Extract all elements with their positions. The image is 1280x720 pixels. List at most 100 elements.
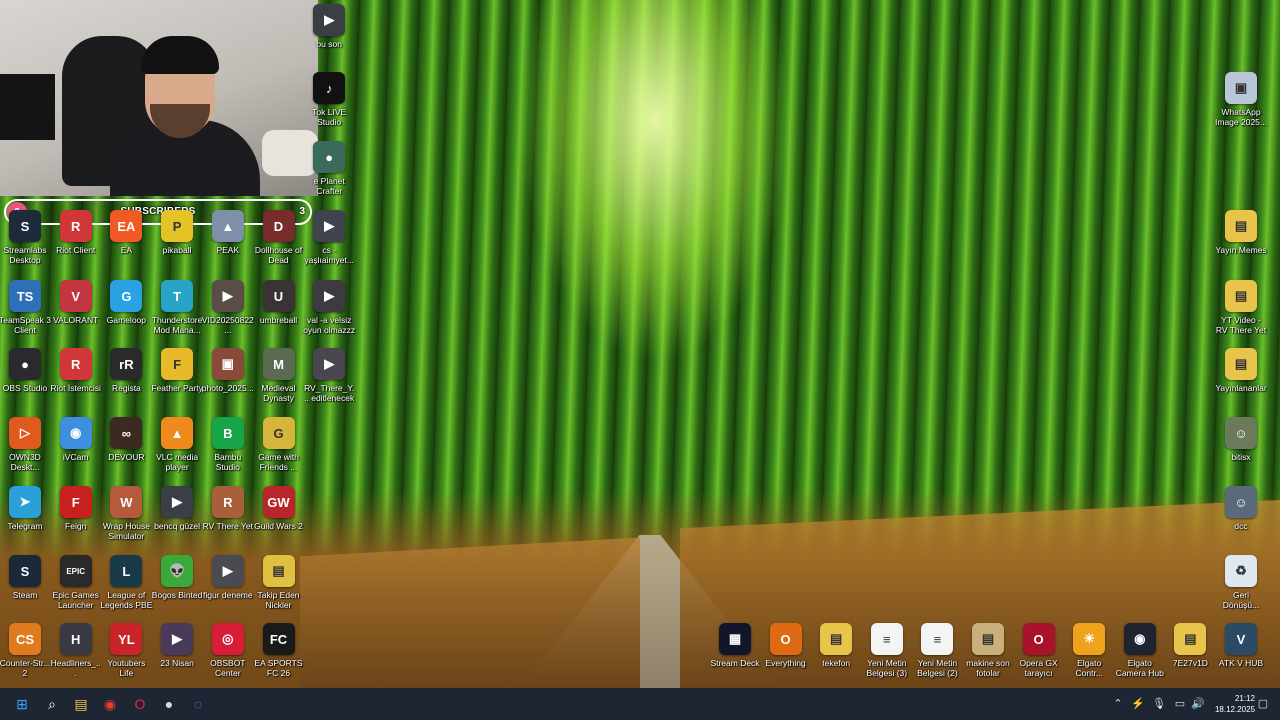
desktop-icon-bambu-studio[interactable]: B Bambu Studio (202, 417, 254, 472)
desktop-icon-valorant[interactable]: V VALORANT (50, 280, 102, 325)
app-icon: ♪ (313, 72, 346, 104)
desktop-icon-telegram[interactable]: ➤ Telegram (0, 486, 51, 531)
desktop-icon-bogos-binted[interactable]: 👽 Bogos Binted (151, 555, 203, 600)
windows-start-icon[interactable]: ⊞ (10, 692, 34, 716)
desktop-icon-takip-eden-nickler[interactable]: ▤ Takip Eden Nickler (253, 555, 305, 610)
desktop-icon-gameloop[interactable]: G Gameloop (100, 280, 152, 325)
desktop-icon-23-nisan[interactable]: ▶ 23 Nisan (151, 623, 203, 668)
desktop-icon-label: val -a velsiz oyun olmazzz (303, 315, 356, 335)
desktop-icon-geri-d-n[interactable]: ♻ Geri Dönüşü... (1215, 555, 1267, 610)
desktop-icon-ea[interactable]: EA EA (100, 210, 152, 255)
app-icon[interactable]: ◌ (186, 692, 210, 716)
desktop-icon-opera-gx-taray-c[interactable]: O Opera GX tarayıcı (1013, 623, 1065, 678)
desktop-icon-yay-n-memes[interactable]: ▤ Yayın Memes (1215, 210, 1267, 255)
desktop-icon-feather-party[interactable]: F Feather Party (151, 348, 203, 393)
chrome-icon[interactable]: ◉ (98, 692, 122, 716)
desktop-icon-peak[interactable]: ▲ PEAK (202, 210, 254, 255)
desktop-icon-yeni-metin-belgesi-2[interactable]: ≡ Yeni Metin Belgesi (2) (911, 623, 963, 678)
desktop-icon-bitisx[interactable]: ☺ bitisx (1215, 417, 1267, 462)
desktop-icon-label: VLC media player (156, 452, 199, 472)
desktop-icon-elgato-camera-hub[interactable]: ◉ Elgato Camera Hub (1114, 623, 1166, 678)
desktop-icon-umbreball[interactable]: Uumbreball (253, 280, 305, 325)
desktop-icon-riot-client[interactable]: R Riot Client (50, 210, 102, 255)
desktop-icon-feign[interactable]: F Feign (50, 486, 102, 531)
app-icon: T (161, 280, 194, 312)
clock-time: 21:12 (1234, 694, 1255, 703)
chevron-up-icon[interactable]: ⌃ (1111, 696, 1125, 710)
desktop-icon-label: Yeni Metin Belgesi (2) (917, 658, 958, 678)
desktop-icon-steam[interactable]: S Steam (0, 555, 51, 600)
desktop-icon-yt-video-rv-there-yet[interactable]: ▤ YT Video - RV There Yet (1215, 280, 1267, 335)
app-icon: YL (110, 623, 143, 655)
desktop-icon-counter-str-2[interactable]: CS Counter-Str... 2 (0, 623, 51, 678)
app-icon: R (59, 348, 92, 380)
desktop-icon-dollhouse-of-dead[interactable]: D Dollhouse of Dead (253, 210, 305, 265)
app-icon: FC (262, 623, 295, 655)
obs-icon[interactable]: ● (157, 692, 181, 716)
desktop-icon-streamlabs-desktop[interactable]: S Streamlabs Desktop (0, 210, 51, 265)
desktop-icon-obs-studio[interactable]: ● OBS Studio (0, 348, 51, 393)
app-icon: ◉ (1123, 623, 1156, 655)
file-explorer-icon[interactable]: ▤ (69, 692, 93, 716)
desktop-icon-medieval-dynasty[interactable]: M Medieval Dynasty (253, 348, 305, 403)
desktop-icon-label: VID20250822... (201, 315, 254, 335)
desktop-icon-e-planet-crafter[interactable]: ● e Planet Crafter (303, 141, 355, 196)
desktop-icon-obsbot-center[interactable]: ◎ OBSBOT Center (202, 623, 254, 678)
desktop-icon-vid20250822[interactable]: ▶ VID20250822... (202, 280, 254, 335)
desktop-icon-label: Epic Games Launcher (52, 590, 99, 610)
desktop-icon-atk-v-hub[interactable]: V ATK V HUB (1215, 623, 1267, 668)
desktop-icon-ivcam[interactable]: ◉ iVCam (50, 417, 102, 462)
desktop-icon-tok-live-studio[interactable]: ♪ Tok LIVE Studio (303, 72, 355, 127)
desktop-icon-ou-son[interactable]: ▶ ou son (303, 4, 355, 49)
app-icon: ▶ (313, 210, 346, 242)
desktop-icon-tekefon[interactable]: ▤ tekefon (810, 623, 862, 668)
desktop-icon-yay-nlananlar[interactable]: ▤ Yayınlananlar (1215, 348, 1267, 393)
desktop-icon-label: umbreball (259, 315, 298, 325)
app-icon: ▤ (1225, 210, 1257, 242)
desktop-icon-ea-sports-fc-26[interactable]: FC EA SPORTS FC 26 (253, 623, 305, 678)
app-icon: ♻ (1225, 555, 1257, 587)
desktop-icon-epic-games-launcher[interactable]: EPIC Epic Games Launcher (50, 555, 102, 610)
microphone-icon[interactable]: 🎙 (1152, 696, 1166, 710)
notification-icon[interactable]: ▢ (1256, 696, 1270, 710)
desktop-icon-val-a-velsiz-oyun-olmazzz[interactable]: ▶ val -a velsiz oyun olmazzz (303, 280, 355, 335)
desktop-icon-cs-ya-l-aimyet[interactable]: ▶ cs - yaşlıaimyet... (303, 210, 355, 265)
desktop-icon-whatsapp-image-2025[interactable]: ▣ WhatsApp Image 2025... (1215, 72, 1267, 127)
desktop-icon-rv-there-y-editlenecek[interactable]: ▶ RV_There_Y... editlenecek (303, 348, 355, 403)
desktop-icon-dcc[interactable]: ☺ dcc (1215, 486, 1267, 531)
network-off-icon[interactable]: ⚡ (1131, 696, 1145, 710)
desktop-icon-pikaball[interactable]: Ppikaball (151, 210, 203, 255)
volume-icon[interactable]: 🔊 (1191, 696, 1205, 710)
desktop-icon-devour[interactable]: ∞ DEVOUR (100, 417, 152, 462)
desktop-icon-riot-i-stemcisi[interactable]: R Riot İstemcisi (50, 348, 102, 393)
opera-icon[interactable]: O (128, 692, 152, 716)
desktop-icon-thunderstore-mod-mana[interactable]: T Thunderstore Mod Mana... (151, 280, 203, 335)
desktop-icon-league-of-legends-pbe[interactable]: L League of Legends PBE (100, 555, 152, 610)
taskbar-clock[interactable]: 21:12 18.12.2025 (1215, 693, 1255, 715)
desktop-icon-youtubers-life[interactable]: YL Youtubers Life (100, 623, 152, 678)
desktop-icon-wrap-house-simulator[interactable]: W Wrap House Simulator (100, 486, 152, 541)
desktop-icon-headliners[interactable]: H Headliners_... (50, 623, 102, 678)
search-icon[interactable]: ⌕ (40, 692, 64, 716)
desktop-icon-teamspeak-3-client[interactable]: TS TeamSpeak 3 Client (0, 280, 51, 335)
desktop-icon-label: WhatsApp Image 2025... (1215, 107, 1267, 127)
desktop-icon-makine-son-fotolar[interactable]: ▤ makine son fotolar (962, 623, 1014, 678)
desktop-icon-figur-deneme[interactable]: ▶ figur deneme (202, 555, 254, 600)
app-icon: ➤ (9, 486, 41, 518)
desktop-icon-vlc-media-player[interactable]: ▲ VLC media player (151, 417, 203, 472)
desktop-icon-own3d-deskt[interactable]: ▷ OWN3D Deskt... (0, 417, 51, 472)
desktop-icon-label: Feign (65, 521, 87, 531)
desktop-icon-rv-there-yet[interactable]: R RV There Yet (202, 486, 254, 531)
desktop-icon-game-with-friends[interactable]: G Game with Friends ... (253, 417, 305, 472)
desktop-icon-7e27v1d[interactable]: ▤ 7E27v1D (1164, 623, 1216, 668)
desktop-icon-everything[interactable]: O Everything (760, 623, 812, 668)
desktop-icon-photo-2025[interactable]: ▣ photo_2025... (202, 348, 254, 393)
desktop-icon-stream-deck[interactable]: ▦ Stream Deck (709, 623, 761, 668)
desktop-icon-regista[interactable]: rR Regista (100, 348, 152, 393)
desktop-icon-elgato-contr[interactable]: ☀ Elgato Contr... (1063, 623, 1115, 678)
display-icon[interactable]: ▭ (1173, 696, 1187, 710)
desktop-icon-guild-wars-2[interactable]: GW Guild Wars 2 (253, 486, 305, 531)
app-icon: S (9, 555, 41, 587)
desktop-icon-bencq-g-zel[interactable]: ▶ bencq güzel (151, 486, 203, 531)
desktop-icon-yeni-metin-belgesi-3[interactable]: ≡ Yeni Metin Belgesi (3) (861, 623, 913, 678)
